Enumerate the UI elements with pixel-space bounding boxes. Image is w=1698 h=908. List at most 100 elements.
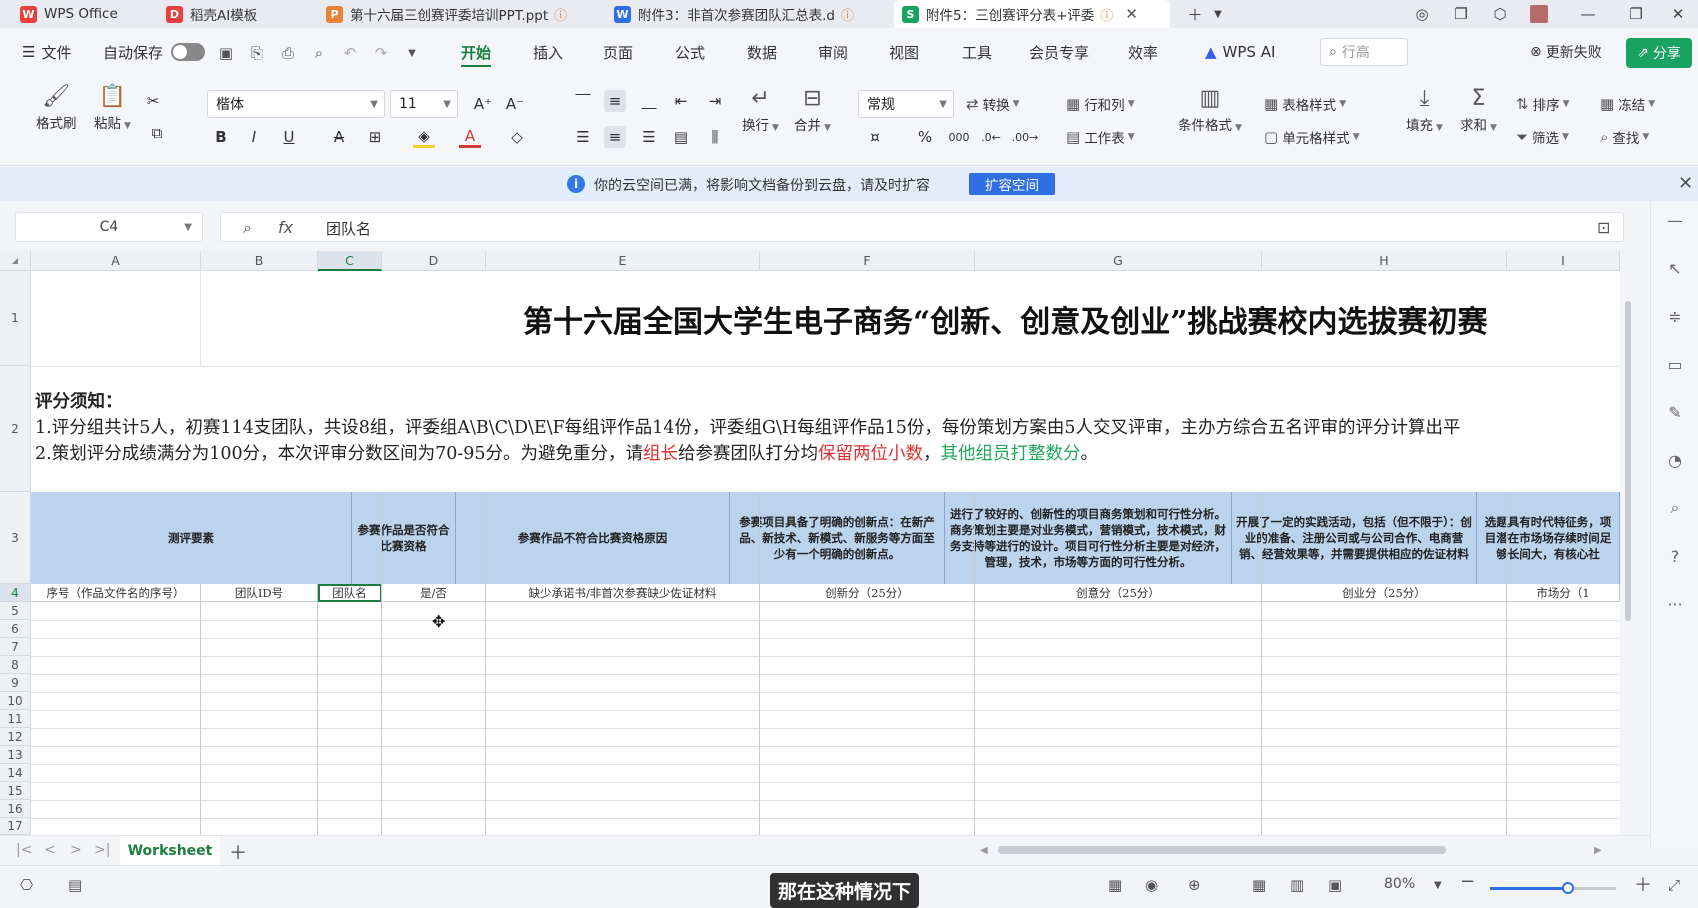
align-top-icon[interactable]: ⎺ xyxy=(572,90,594,112)
cell-b4[interactable]: 团队ID号 xyxy=(201,584,318,602)
row-header-3[interactable]: 3 xyxy=(0,492,31,584)
minimize-icon[interactable]: — xyxy=(1568,0,1608,28)
convert-button[interactable]: ⇄ 转换 ▼ xyxy=(966,94,1020,114)
tab-sheet-file[interactable]: S 附件5：三创赛评分表+评委 ⓘ ✕ xyxy=(894,0,1170,28)
autosave-toggle[interactable]: 自动保存 xyxy=(103,28,206,76)
cell-g4[interactable]: 创意分（25分） xyxy=(975,584,1262,602)
table-view-icon[interactable]: ▦ xyxy=(1108,876,1122,894)
cut-icon[interactable]: ✂ xyxy=(142,90,164,112)
file-menu[interactable]: ☰ 文件 xyxy=(22,28,71,76)
properties-icon[interactable]: ≑ xyxy=(1664,305,1686,327)
sum-button[interactable]: Σ 求和 ▼ xyxy=(1460,84,1497,134)
increase-font-icon[interactable]: A⁺ xyxy=(472,93,494,115)
clear-format-icon[interactable]: ◇ xyxy=(506,126,528,148)
row-header-8[interactable]: 8 xyxy=(0,656,31,674)
align-center-icon[interactable]: ≡ xyxy=(604,126,626,148)
expand-formula-icon[interactable]: ⊡ xyxy=(1597,218,1610,237)
cell-d4[interactable]: 是/否 xyxy=(382,584,486,602)
name-box[interactable]: C4 ▼ xyxy=(15,212,203,242)
percent-icon[interactable]: % xyxy=(914,126,936,148)
add-sheet-icon[interactable]: ＋ xyxy=(229,839,247,865)
column-header-h[interactable]: H xyxy=(1262,251,1507,271)
tools-icon[interactable]: ✎ xyxy=(1664,401,1686,423)
first-sheet-icon[interactable]: |< xyxy=(16,842,32,858)
sort-button[interactable]: ⇅ 排序 ▼ xyxy=(1516,94,1570,114)
zoom-out-icon[interactable]: − xyxy=(1460,871,1475,892)
reading-view-icon[interactable]: ▥ xyxy=(1290,876,1304,894)
worksheet-button[interactable]: ▤ 工作表 ▼ xyxy=(1066,127,1135,147)
crosshair-icon[interactable]: ⊕ xyxy=(1188,876,1201,894)
save-icon[interactable]: ▣ xyxy=(217,44,235,62)
scroll-right-icon[interactable]: ▶ xyxy=(1594,845,1602,856)
decrease-decimal-icon[interactable]: .00→ xyxy=(1012,126,1039,148)
cell-h4[interactable]: 创业分（25分） xyxy=(1262,584,1507,602)
print-preview-icon[interactable]: ⌕ xyxy=(310,44,328,62)
menu-tab-view[interactable]: 视图 xyxy=(889,28,919,76)
column-header-a[interactable]: A xyxy=(31,251,201,271)
zoom-slider[interactable] xyxy=(1490,882,1616,894)
print-icon[interactable]: ⎙ xyxy=(279,44,297,62)
vertical-scroll-thumb[interactable] xyxy=(1625,301,1631,621)
comment-icon[interactable]: ▭ xyxy=(1664,353,1686,375)
close-window-icon[interactable]: ✕ xyxy=(1658,0,1698,28)
vertical-scrollbar[interactable] xyxy=(1620,271,1636,835)
increase-decimal-icon[interactable]: .0← xyxy=(980,126,1002,148)
redo-icon[interactable]: ↷ xyxy=(372,44,390,62)
page-mode-icon[interactable]: ▤ xyxy=(68,876,82,894)
row-header-6[interactable]: 6 xyxy=(0,620,31,638)
number-format-select[interactable]: 常规 ▼ xyxy=(858,90,954,118)
paste-button[interactable]: 📋 粘贴 ▼ xyxy=(94,82,131,132)
row-header-11[interactable]: 11 xyxy=(0,710,31,728)
chart-icon[interactable]: ◔ xyxy=(1664,449,1686,471)
sheet-tab-worksheet[interactable]: Worksheet xyxy=(120,836,220,866)
cell-i4[interactable]: 市场分（1 xyxy=(1507,584,1620,602)
eye-protection-icon[interactable]: ◉ xyxy=(1145,876,1158,894)
copilot-icon[interactable]: ◎ xyxy=(1402,0,1442,28)
restore-icon[interactable]: ❐ xyxy=(1616,0,1656,28)
row-header-1[interactable]: 1 xyxy=(0,271,31,366)
fx-icon[interactable]: fx xyxy=(278,218,293,237)
increase-indent-icon[interactable]: ⇥ xyxy=(704,90,726,112)
zoom-in-icon[interactable]: ＋ xyxy=(1634,871,1652,897)
filter-button[interactable]: ⏷ 筛选 ▼ xyxy=(1516,127,1569,147)
zoom-chevron-icon[interactable]: ▼ xyxy=(1434,880,1442,891)
window-tile-icon[interactable]: ❐ xyxy=(1441,0,1481,28)
export-icon[interactable]: ⎘ xyxy=(248,44,266,62)
expand-space-button[interactable]: 扩容空间 xyxy=(969,173,1055,195)
row-header-14[interactable]: 14 xyxy=(0,764,31,782)
wrap-text-button[interactable]: ↵ 换行 ▼ xyxy=(742,84,779,134)
decrease-indent-icon[interactable]: ⇤ xyxy=(670,90,692,112)
justify-icon[interactable]: ▤ xyxy=(670,126,692,148)
last-sheet-icon[interactable]: >| xyxy=(94,842,110,858)
zoom-formula-icon[interactable]: ⌕ xyxy=(243,218,252,238)
menu-tab-member[interactable]: 会员专享 xyxy=(1029,28,1089,76)
zoom-level[interactable]: 80% xyxy=(1384,876,1415,892)
font-size-select[interactable]: 11 ▼ xyxy=(390,90,458,118)
font-color-icon[interactable]: A xyxy=(459,126,481,148)
menu-tab-efficiency[interactable]: 效率 xyxy=(1128,28,1158,76)
autosave-switch[interactable] xyxy=(171,43,206,61)
row-header-2[interactable]: 2 xyxy=(0,366,31,492)
currency-icon[interactable]: ¤ xyxy=(864,126,886,148)
cell-e4[interactable]: 缺少承诺书/非首次参赛缺少佐证材料 xyxy=(486,584,760,602)
column-header-g[interactable]: G xyxy=(975,251,1262,271)
cell-f4[interactable]: 创新分（25分） xyxy=(760,584,975,602)
fill-button[interactable]: ⤓ 填充 ▼ xyxy=(1406,84,1443,134)
zoom-slider-handle[interactable] xyxy=(1562,882,1575,894)
prev-sheet-icon[interactable]: < xyxy=(44,842,56,858)
rows-cols-button[interactable]: ▦ 行和列 ▼ xyxy=(1066,94,1135,114)
column-header-b[interactable]: B xyxy=(201,251,318,271)
next-sheet-icon[interactable]: > xyxy=(70,842,82,858)
tab-list-chevron-icon[interactable]: ▼ xyxy=(1198,0,1238,28)
help-icon[interactable]: ? xyxy=(1664,545,1686,567)
wps-ai-button[interactable]: ▲ WPS AI xyxy=(1205,28,1275,76)
underline-icon[interactable]: U xyxy=(278,126,300,148)
close-icon[interactable]: ✕ xyxy=(1678,173,1693,194)
freeze-button[interactable]: ▦ 冻结 ▼ xyxy=(1600,94,1655,114)
row-header-17[interactable]: 17 xyxy=(0,818,31,835)
menu-tab-review[interactable]: 审阅 xyxy=(818,28,848,76)
copy-icon[interactable]: ⧉ xyxy=(146,122,168,144)
row-header-9[interactable]: 9 xyxy=(0,674,31,692)
update-failed-button[interactable]: ⊗ 更新失败 xyxy=(1530,28,1602,76)
share-button[interactable]: ⇗ 分享 xyxy=(1626,38,1692,68)
